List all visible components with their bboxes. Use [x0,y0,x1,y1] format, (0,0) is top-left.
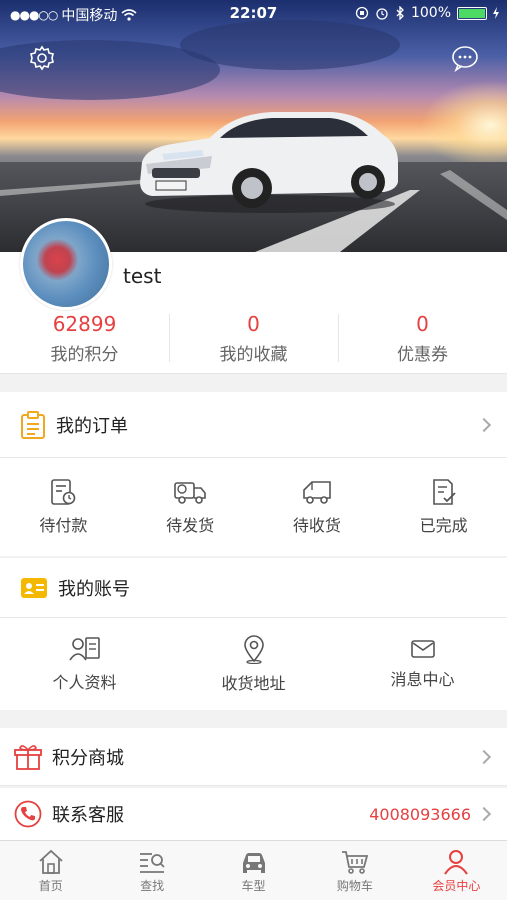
stat-value: 0 [247,312,260,336]
tab-label: 查找 [140,879,165,893]
settings-gear-icon[interactable] [27,43,57,73]
order-status-label: 已完成 [419,516,468,535]
battery-percent: 100% [410,5,451,21]
account-item-label: 消息中心 [390,670,455,689]
gift-icon [14,744,42,770]
account-title: 我的账号 [58,578,130,600]
tab-label: 会员中心 [432,879,481,893]
account-item-label: 收货地址 [221,674,286,693]
tab-search[interactable]: 查找 [101,841,202,900]
alarm-icon [376,8,388,20]
user-icon [444,850,469,875]
bottom-tab-bar: 首页 查找 车型 购物车 会员中心 [0,840,507,900]
charging-icon [493,7,499,19]
order-status-label: 待付款 [39,516,88,535]
id-card-icon [21,577,47,598]
mail-icon [410,640,435,658]
delivery-icon [303,481,331,504]
battery-icon [457,6,487,20]
avatar[interactable] [20,218,112,310]
username: test [123,264,162,288]
order-status-label: 待发货 [166,516,215,535]
tab-label: 购物车 [336,879,373,893]
customer-service-header: 联系客服 4008093666 [0,788,507,840]
car-image [140,112,398,213]
tab-label: 车型 [241,879,266,893]
stat-points[interactable]: 62899 我的积分 [0,312,169,365]
customer-service-row[interactable]: 联系客服 4008093666 [0,788,507,840]
cart-icon [341,851,369,874]
order-pending-receipt[interactable]: 待收货 [254,458,381,556]
points-mall-title: 积分商城 [52,747,124,769]
hero-banner [0,0,507,252]
stat-value: 0 [416,312,429,336]
orientation-lock-icon [355,6,369,20]
stat-label: 我的积分 [50,345,119,365]
customer-service-phone[interactable]: 4008093666 [369,805,471,824]
chevron-right-icon [476,417,492,432]
order-status-label: 待收货 [292,516,341,535]
order-completed[interactable]: 已完成 [380,458,507,556]
account-grid: 个人资料 收货地址 消息中心 [0,618,507,710]
stat-coupons[interactable]: 0 优惠券 [338,312,507,365]
clipboard-icon [21,410,45,439]
truck-icon [174,482,206,504]
account-profile[interactable]: 个人资料 [0,618,169,710]
car-icon [242,853,265,873]
account-address[interactable]: 收货地址 [169,618,338,710]
tab-label: 首页 [38,879,63,893]
chat-bubble-icon[interactable] [450,43,480,73]
stat-label: 我的收藏 [219,345,288,365]
stat-label: 优惠券 [397,345,448,365]
account-header: 我的账号 [0,558,507,618]
status-bar: ●●●○○ 中国移动 22:07 100% [0,0,507,28]
account-item-label: 个人资料 [52,673,117,692]
order-status-grid: 待付款 待发货 待收货 已完成 [0,458,507,556]
tab-car-models[interactable]: 车型 [203,841,304,900]
chevron-right-icon [476,749,492,764]
account-section: 我的账号 个人资料 收货地址 消息中心 [0,558,507,710]
order-pending-shipment[interactable]: 待发货 [127,458,254,556]
order-pending-payment[interactable]: 待付款 [0,458,127,556]
points-mall-row[interactable]: 积分商城 [0,728,507,786]
customer-service-title: 联系客服 [52,805,124,826]
search-list-icon [140,853,165,873]
orders-header[interactable]: 我的订单 [0,392,507,458]
points-mall-header: 积分商城 [0,728,507,786]
completed-icon [432,479,456,505]
home-icon [39,849,63,874]
profile-card-icon [68,637,100,661]
chevron-right-icon [476,806,492,822]
stat-value: 62899 [52,312,117,336]
profile-stats: 62899 我的积分 0 我的收藏 0 优惠券 [0,312,507,365]
orders-section: 我的订单 待付款 待发货 待收货 已完成 [0,392,507,556]
pending-payment-icon [51,479,76,505]
tab-cart[interactable]: 购物车 [304,841,405,900]
bluetooth-icon [396,6,404,20]
location-pin-icon [243,635,264,664]
orders-title: 我的订单 [56,415,128,437]
account-messages[interactable]: 消息中心 [338,618,507,710]
tab-member-center[interactable]: 会员中心 [406,841,507,900]
phone-icon [14,800,42,828]
tab-home[interactable]: 首页 [0,841,101,900]
stat-favorites[interactable]: 0 我的收藏 [169,312,338,365]
